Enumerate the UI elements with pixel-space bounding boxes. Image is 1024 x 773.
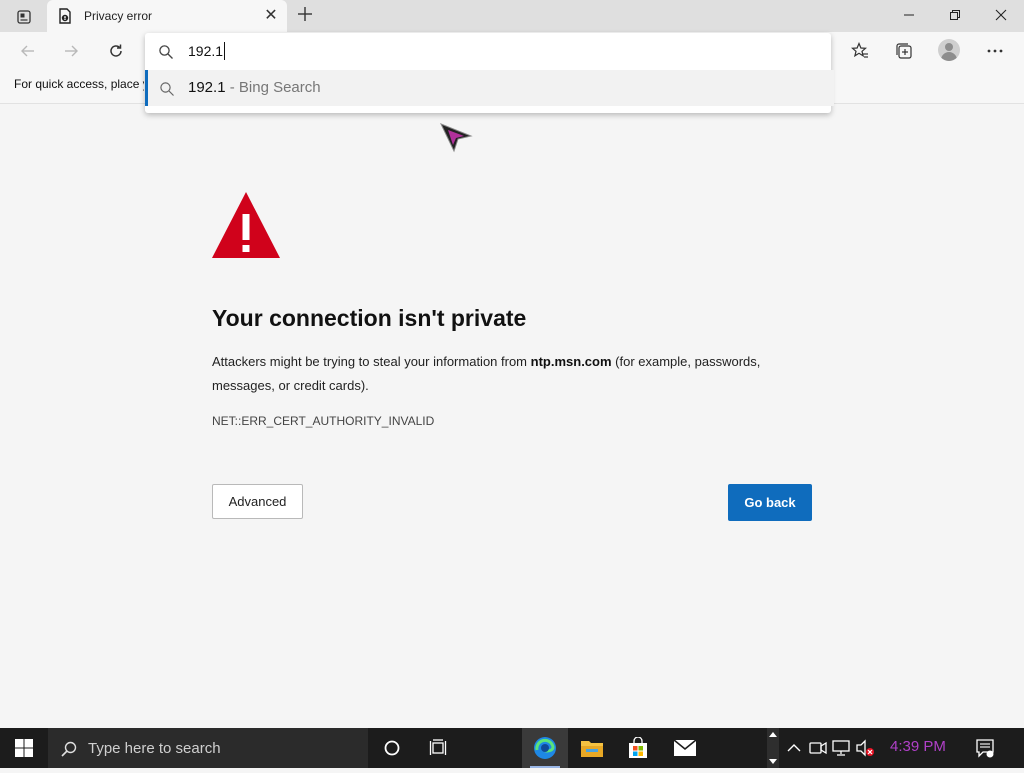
tab-actions-button[interactable] bbox=[8, 6, 40, 28]
collections-button[interactable] bbox=[891, 38, 917, 64]
taskbar: Type here to search 4:39 PM bbox=[0, 728, 1024, 768]
address-bar-dropdown: 192.1 192.1 - Bing Search bbox=[145, 33, 834, 113]
store-button[interactable] bbox=[615, 728, 661, 768]
mail-icon bbox=[673, 739, 697, 756]
collections-icon bbox=[896, 43, 912, 59]
address-input[interactable]: 192.1 bbox=[188, 42, 226, 60]
tab-title: Privacy error bbox=[84, 9, 153, 23]
mail-button[interactable] bbox=[662, 728, 708, 768]
text-caret bbox=[224, 42, 226, 60]
suggestion-query: 192.1 bbox=[188, 79, 226, 96]
privacy-error-icon bbox=[59, 8, 71, 24]
close-icon bbox=[995, 9, 1007, 21]
camera-tray-button[interactable] bbox=[808, 738, 828, 758]
description-text: Attackers might be trying to steal your … bbox=[212, 354, 531, 369]
start-button[interactable] bbox=[0, 728, 48, 768]
cortana-button[interactable] bbox=[369, 728, 415, 768]
back-arrow-icon bbox=[21, 45, 34, 57]
task-view-button[interactable] bbox=[416, 728, 462, 768]
edge-taskbar-button[interactable] bbox=[522, 728, 568, 768]
favorites-icon bbox=[851, 42, 868, 58]
volume-muted-icon bbox=[856, 739, 874, 757]
address-bar[interactable]: 192.1 bbox=[145, 33, 831, 69]
network-icon bbox=[832, 740, 850, 756]
address-input-value: 192.1 bbox=[188, 43, 224, 59]
suggestion-source: Bing Search bbox=[238, 79, 321, 96]
store-icon bbox=[629, 737, 647, 758]
action-center-button[interactable] bbox=[975, 738, 995, 758]
more-icon bbox=[987, 49, 1003, 53]
camera-icon bbox=[809, 741, 827, 755]
clock[interactable]: 4:39 PM bbox=[890, 738, 946, 755]
refresh-button[interactable] bbox=[103, 39, 129, 63]
taskbar-search-placeholder: Type here to search bbox=[88, 740, 221, 757]
search-icon bbox=[61, 741, 77, 757]
forward-arrow-icon bbox=[65, 45, 78, 57]
close-window-button[interactable] bbox=[978, 0, 1024, 30]
more-button[interactable] bbox=[982, 38, 1008, 64]
error-code: NET::ERR_CERT_AUTHORITY_INVALID bbox=[212, 414, 435, 428]
file-explorer-button[interactable] bbox=[569, 728, 615, 768]
close-icon[interactable]: ✕ bbox=[263, 8, 279, 24]
chevron-up-icon bbox=[787, 744, 801, 752]
suggestion-text: 192.1 - Bing Search bbox=[188, 79, 321, 96]
taskbar-scrollbar[interactable] bbox=[767, 728, 779, 768]
search-suggestion[interactable]: 192.1 - Bing Search bbox=[145, 70, 834, 106]
windows-icon bbox=[15, 739, 33, 757]
notification-icon bbox=[976, 739, 994, 758]
file-explorer-icon bbox=[581, 741, 603, 757]
plus-icon bbox=[298, 7, 312, 21]
profile-icon[interactable] bbox=[938, 39, 960, 61]
restore-button[interactable] bbox=[932, 0, 978, 30]
minimize-button[interactable] bbox=[886, 0, 932, 30]
edge-icon bbox=[534, 737, 556, 759]
error-description: Attackers might be trying to steal your … bbox=[212, 350, 822, 398]
favorites-bar-hint: For quick access, place y bbox=[14, 77, 144, 91]
go-back-button[interactable]: Go back bbox=[728, 484, 812, 521]
warning-icon bbox=[212, 192, 280, 258]
scroll-arrows-icon bbox=[769, 732, 777, 764]
mouse-cursor bbox=[439, 123, 473, 153]
volume-tray-button[interactable] bbox=[855, 738, 875, 758]
tab-strip: Privacy error ✕ bbox=[0, 0, 1024, 32]
task-view-icon bbox=[429, 739, 447, 755]
taskbar-search[interactable]: Type here to search bbox=[48, 728, 368, 768]
page-title: Your connection isn't private bbox=[212, 305, 527, 331]
tab-privacy-error[interactable]: Privacy error ✕ bbox=[47, 0, 287, 32]
back-button[interactable] bbox=[15, 39, 41, 63]
refresh-icon bbox=[110, 44, 122, 57]
favorites-button[interactable] bbox=[847, 38, 873, 64]
forward-button[interactable] bbox=[58, 39, 84, 63]
search-icon bbox=[159, 45, 173, 59]
domain-name: ntp.msn.com bbox=[530, 354, 612, 369]
minimize-icon bbox=[904, 14, 914, 16]
tab-actions-icon bbox=[17, 10, 31, 24]
network-tray-button[interactable] bbox=[831, 738, 851, 758]
new-tab-button[interactable] bbox=[294, 5, 316, 27]
cortana-icon bbox=[384, 740, 400, 756]
restore-icon bbox=[950, 10, 960, 20]
show-hidden-icons[interactable] bbox=[784, 738, 804, 758]
search-icon bbox=[160, 82, 174, 96]
suggestion-separator: - bbox=[225, 79, 239, 96]
advanced-button[interactable]: Advanced bbox=[212, 484, 303, 519]
